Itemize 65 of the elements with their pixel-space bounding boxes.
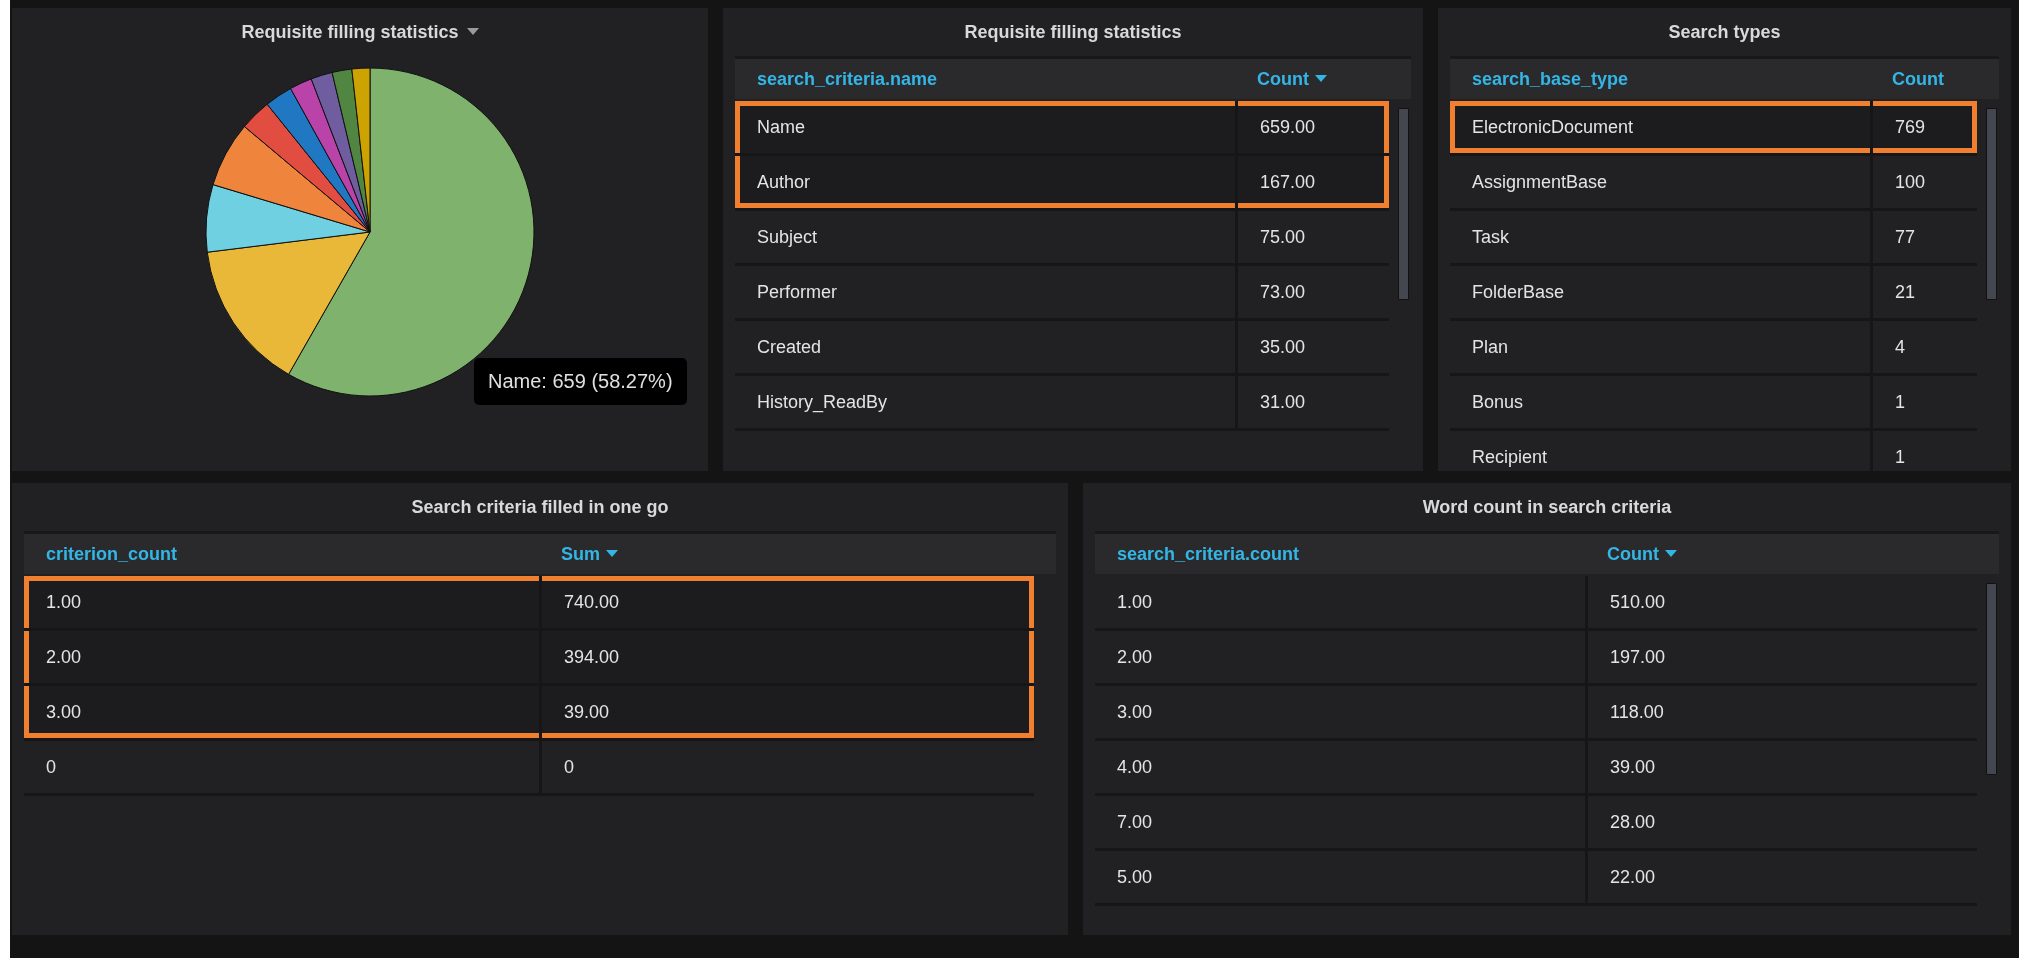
column-header[interactable]: criterion_count xyxy=(24,543,178,565)
table-cell-text: Name xyxy=(756,115,806,139)
table-cell: 1 xyxy=(1870,376,1977,428)
table-cell: 28.00 xyxy=(1585,796,1977,848)
table-cell-text: AssignmentBase xyxy=(1471,170,1609,194)
table-cell-text: Plan xyxy=(1471,335,1510,359)
table-cell-text: 0 xyxy=(45,755,57,779)
table-cell: 740.00 xyxy=(539,576,1034,628)
panel-title[interactable]: Requisite filling statistics xyxy=(241,21,459,43)
table-cell: 510.00 xyxy=(1585,576,1977,628)
scrollbar[interactable] xyxy=(1986,108,1997,300)
table-cell-text: 4.00 xyxy=(1116,755,1154,779)
caret-icon xyxy=(1315,75,1327,83)
table-cell: 39.00 xyxy=(1585,741,1977,793)
table-cell-text: 3.00 xyxy=(45,700,83,724)
table-cell-text: Created xyxy=(756,335,823,359)
table-cell: 394.00 xyxy=(539,631,1034,683)
table-cell-text: Performer xyxy=(756,280,838,304)
table-cell-text: History_ReadBy xyxy=(756,390,889,415)
table-cell-text: Author xyxy=(756,170,812,194)
table-cell: 22.00 xyxy=(1585,851,1977,903)
table-cell: 118.00 xyxy=(1585,686,1977,738)
panel-title: Search types xyxy=(1668,21,1781,43)
table-cell: 73.00 xyxy=(1235,266,1389,318)
table-cell: 769 xyxy=(1870,101,1977,153)
table-cell: 77 xyxy=(1870,211,1977,263)
table-cell: 75.00 xyxy=(1235,211,1389,263)
table-cell-text: ElectronicDocument xyxy=(1471,115,1635,139)
column-header[interactable]: Count xyxy=(1235,68,1327,90)
chart-tooltip: Name: 659 (58.27%) xyxy=(474,358,687,405)
table-cell: 659.00 xyxy=(1235,101,1389,153)
table-cell-text: 2.00 xyxy=(45,645,83,669)
table-cell: 21 xyxy=(1870,266,1977,318)
table-cell-text: Subject xyxy=(756,225,819,249)
table-cell-text: 1.00 xyxy=(45,590,83,614)
column-header[interactable]: Count xyxy=(1585,543,1677,565)
column-header[interactable]: search_criteria.name xyxy=(735,68,938,90)
table-cell-text: 7.00 xyxy=(1116,810,1154,834)
table-cell: 197.00 xyxy=(1585,631,1977,683)
column-header[interactable]: search_criteria.count xyxy=(1095,543,1300,565)
caret-icon xyxy=(1665,550,1677,558)
table-cell-text: Bonus xyxy=(1471,390,1525,414)
caret-icon xyxy=(606,550,618,558)
table-cell-text: 3.00 xyxy=(1116,700,1154,724)
panel-title: Word count in search criteria xyxy=(1422,496,1672,518)
scrollbar[interactable] xyxy=(1398,108,1409,300)
panel-title: Requisite filling statistics xyxy=(964,21,1182,43)
table-cell: 31.00 xyxy=(1235,376,1389,428)
table-cell: 35.00 xyxy=(1235,321,1389,373)
panel-title: Search criteria filled in one go xyxy=(411,496,669,518)
column-header[interactable]: search_base_type xyxy=(1450,68,1629,90)
table-cell-text: Recipient xyxy=(1471,445,1549,469)
table-cell-text: 2.00 xyxy=(1116,645,1154,669)
table-cell-text: 1.00 xyxy=(1116,590,1154,614)
table-cell: 39.00 xyxy=(539,686,1034,738)
table-cell: 167.00 xyxy=(1235,156,1389,208)
table-cell: 100 xyxy=(1870,156,1977,208)
scrollbar[interactable] xyxy=(1986,583,1997,775)
column-header[interactable]: Sum xyxy=(539,543,618,565)
column-header[interactable]: Count xyxy=(1870,68,1944,90)
table-cell: 0 xyxy=(539,741,1034,793)
table-cell-text: FolderBase xyxy=(1471,280,1566,304)
table-cell-text: 5.00 xyxy=(1116,865,1154,889)
table-cell-text: Task xyxy=(1471,225,1510,249)
table-cell: 4 xyxy=(1870,321,1977,373)
